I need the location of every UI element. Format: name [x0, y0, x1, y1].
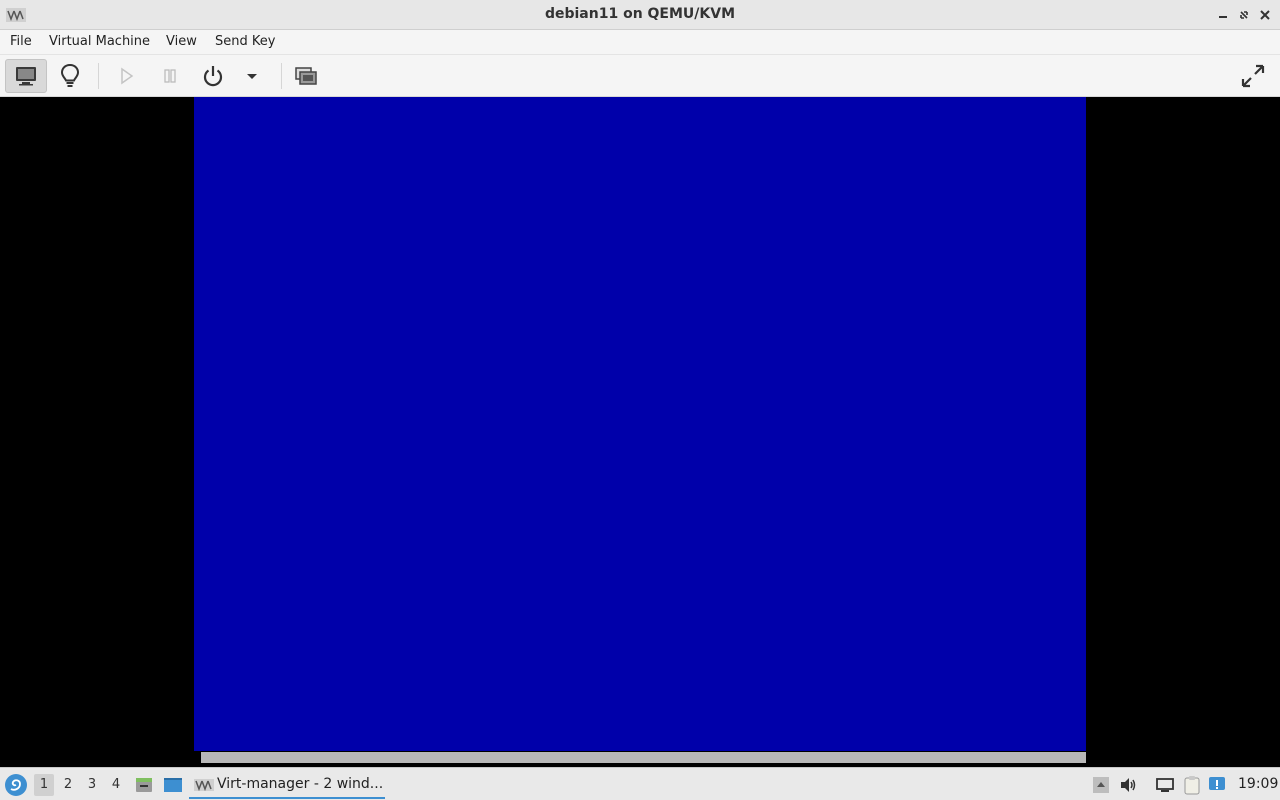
clock: 19:09 — [1238, 776, 1279, 792]
maximize-icon[interactable] — [1236, 7, 1252, 23]
menu-virtual-machine[interactable]: Virtual Machine — [49, 34, 150, 49]
window-title: debian11 on QEMU/KVM — [544, 6, 736, 22]
fullscreen-button[interactable] — [1232, 59, 1274, 93]
vm-display[interactable] — [194, 97, 1086, 751]
toolbar — [0, 55, 1280, 97]
monitor-icon — [16, 67, 36, 86]
snapshots-button[interactable] — [285, 59, 327, 93]
power-icon — [203, 66, 223, 87]
show-desktop-icon[interactable] — [163, 775, 183, 795]
menu-file[interactable]: File — [10, 34, 32, 49]
toolbar-separator — [281, 63, 282, 89]
minimize-icon[interactable] — [1215, 7, 1231, 23]
chevron-down-icon — [247, 74, 257, 79]
workspace-3[interactable]: 3 — [82, 774, 102, 796]
network-icon[interactable] — [1155, 775, 1175, 795]
notification-icon[interactable] — [1207, 775, 1227, 795]
pause-icon — [164, 69, 176, 83]
workspace-2[interactable]: 2 — [58, 774, 78, 796]
tray-expand-icon[interactable] — [1091, 775, 1111, 795]
virt-manager-icon — [194, 779, 214, 791]
horizontal-scrollbar[interactable] — [201, 752, 1086, 763]
snapshots-icon — [295, 67, 317, 85]
volume-icon[interactable] — [1118, 775, 1138, 795]
taskbar-task-virt-manager[interactable]: Virt-manager - 2 wind... — [189, 771, 385, 799]
close-icon[interactable] — [1257, 7, 1273, 23]
console-button[interactable] — [5, 59, 47, 93]
menu-send-key[interactable]: Send Key — [215, 34, 275, 49]
vm-console[interactable] — [2, 97, 1278, 765]
toolbar-separator — [98, 63, 99, 89]
play-icon — [121, 67, 134, 85]
task-label: Virt-manager - 2 wind... — [217, 776, 384, 792]
clipboard-icon[interactable] — [1182, 775, 1202, 795]
shutdown-button[interactable] — [192, 59, 234, 93]
fullscreen-icon — [1241, 64, 1265, 88]
run-button[interactable] — [105, 59, 147, 93]
lightbulb-icon — [60, 63, 80, 87]
file-manager-icon[interactable] — [134, 775, 154, 795]
details-button[interactable] — [49, 59, 91, 93]
menu-bar: File Virtual Machine View Send Key — [0, 30, 1280, 55]
pause-button[interactable] — [149, 59, 191, 93]
start-menu-icon[interactable] — [4, 773, 28, 797]
title-bar: debian11 on QEMU/KVM — [0, 0, 1280, 30]
workspace-1[interactable]: 1 — [34, 774, 54, 796]
taskbar: 1 2 3 4 Virt-manager - 2 wind... 19:09 — [0, 767, 1280, 800]
workspace-4[interactable]: 4 — [106, 774, 126, 796]
menu-view[interactable]: View — [166, 34, 197, 49]
shutdown-menu-button[interactable] — [231, 59, 273, 93]
